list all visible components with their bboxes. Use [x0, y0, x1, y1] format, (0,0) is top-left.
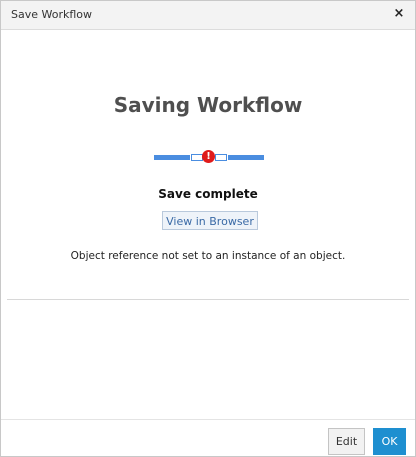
- progress-segment: [215, 154, 227, 161]
- view-in-browser-button[interactable]: View in Browser: [162, 211, 258, 230]
- close-icon[interactable]: ×: [391, 6, 407, 22]
- error-message: Object reference not set to an instance …: [70, 250, 346, 262]
- progress-indicator: !: [154, 150, 264, 163]
- ok-button[interactable]: OK: [373, 428, 406, 455]
- error-icon: !: [202, 150, 215, 163]
- status-text: Save complete: [158, 187, 258, 201]
- progress-bar-left: [154, 155, 190, 160]
- edit-button[interactable]: Edit: [328, 428, 365, 455]
- divider: [7, 299, 409, 300]
- title-bar: Save Workflow ×: [1, 1, 415, 30]
- save-workflow-dialog: Save Workflow × Saving Workflow ! Save c…: [0, 0, 416, 457]
- page-title: Saving Workflow: [113, 93, 303, 117]
- dialog-title: Save Workflow: [11, 8, 93, 21]
- footer-divider: [1, 419, 415, 420]
- progress-bar-right: [228, 155, 264, 160]
